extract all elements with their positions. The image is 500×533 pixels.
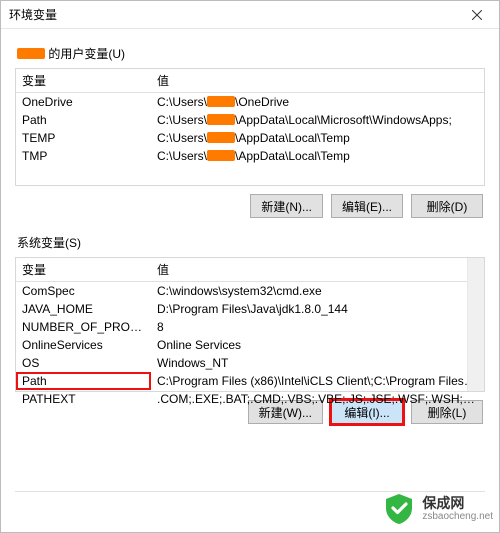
var-name: OneDrive bbox=[16, 93, 151, 112]
var-name: ComSpec bbox=[16, 282, 151, 301]
user-delete-button[interactable]: 删除(D) bbox=[411, 194, 483, 218]
table-row[interactable]: PATHEXT.COM;.EXE;.BAT;.CMD;.VBS;.VBE;.JS… bbox=[16, 390, 484, 408]
table-row[interactable]: PathC:\Users\\AppData\Local\Microsoft\Wi… bbox=[16, 111, 484, 129]
close-icon bbox=[472, 10, 482, 20]
close-button[interactable] bbox=[459, 2, 495, 28]
redacted-username-icon bbox=[207, 114, 235, 125]
table-row[interactable]: TMPC:\Users\\AppData\Local\Temp bbox=[16, 147, 484, 165]
redacted-username-icon bbox=[17, 48, 45, 59]
table-row[interactable]: TEMPC:\Users\\AppData\Local\Temp bbox=[16, 129, 484, 147]
var-name: OnlineServices bbox=[16, 336, 151, 354]
var-value: C:\windows\system32\cmd.exe bbox=[151, 282, 484, 301]
scrollbar[interactable] bbox=[467, 258, 484, 391]
system-vars-panel: 变量 值 ComSpecC:\windows\system32\cmd.exeJ… bbox=[15, 257, 485, 392]
var-name: Path bbox=[16, 111, 151, 129]
table-row[interactable]: OnlineServicesOnline Services bbox=[16, 336, 484, 354]
var-value: D:\Program Files\Java\jdk1.8.0_144 bbox=[151, 300, 484, 318]
system-vars-label: 系统变量(S) bbox=[17, 234, 485, 251]
redacted-username-icon bbox=[207, 132, 235, 143]
redacted-username-icon bbox=[207, 96, 235, 107]
var-name: Path bbox=[16, 372, 151, 390]
table-row[interactable]: NUMBER_OF_PROCESSORS8 bbox=[16, 318, 484, 336]
table-row[interactable]: ComSpecC:\windows\system32\cmd.exe bbox=[16, 282, 484, 301]
window-title: 环境变量 bbox=[9, 6, 57, 23]
var-value: C:\Users\\AppData\Local\Microsoft\Window… bbox=[151, 111, 484, 129]
var-value: Windows_NT bbox=[151, 354, 484, 372]
var-name: PATHEXT bbox=[16, 390, 151, 408]
user-new-button[interactable]: 新建(N)... bbox=[250, 194, 323, 218]
var-value: .COM;.EXE;.BAT;.CMD;.VBS;.VBE;.JS;.JSE;.… bbox=[151, 390, 484, 408]
var-value: C:\Program Files (x86)\Intel\iCLS Client… bbox=[151, 372, 484, 390]
var-name: TEMP bbox=[16, 129, 151, 147]
user-vars-label: 的用户变量(U) bbox=[17, 45, 485, 62]
var-name: NUMBER_OF_PROCESSORS bbox=[16, 318, 151, 336]
watermark: 保成网 zsbaocheng.net bbox=[382, 492, 493, 526]
shield-check-icon bbox=[382, 492, 416, 526]
sys-col-value[interactable]: 值 bbox=[151, 258, 484, 282]
var-value: C:\Users\\AppData\Local\Temp bbox=[151, 147, 484, 165]
var-value: C:\Users\\OneDrive bbox=[151, 93, 484, 112]
table-row[interactable]: JAVA_HOMED:\Program Files\Java\jdk1.8.0_… bbox=[16, 300, 484, 318]
var-name: JAVA_HOME bbox=[16, 300, 151, 318]
table-row[interactable]: OneDriveC:\Users\\OneDrive bbox=[16, 93, 484, 112]
user-edit-button[interactable]: 编辑(E)... bbox=[331, 194, 403, 218]
watermark-title: 保成网 bbox=[422, 496, 493, 511]
system-vars-table[interactable]: 变量 值 ComSpecC:\windows\system32\cmd.exeJ… bbox=[16, 258, 484, 408]
table-row[interactable]: PathC:\Program Files (x86)\Intel\iCLS Cl… bbox=[16, 372, 484, 390]
var-value: C:\Users\\AppData\Local\Temp bbox=[151, 129, 484, 147]
var-value: 8 bbox=[151, 318, 484, 336]
var-name: TMP bbox=[16, 147, 151, 165]
sys-col-name[interactable]: 变量 bbox=[16, 258, 151, 282]
user-vars-table[interactable]: 变量 值 OneDriveC:\Users\\OneDrivePathC:\Us… bbox=[16, 69, 484, 165]
redacted-username-icon bbox=[207, 150, 235, 161]
user-vars-panel: 变量 值 OneDriveC:\Users\\OneDrivePathC:\Us… bbox=[15, 68, 485, 186]
watermark-sub: zsbaocheng.net bbox=[422, 511, 493, 522]
var-name: OS bbox=[16, 354, 151, 372]
user-col-value[interactable]: 值 bbox=[151, 69, 484, 93]
table-row[interactable]: OSWindows_NT bbox=[16, 354, 484, 372]
var-value: Online Services bbox=[151, 336, 484, 354]
user-col-name[interactable]: 变量 bbox=[16, 69, 151, 93]
